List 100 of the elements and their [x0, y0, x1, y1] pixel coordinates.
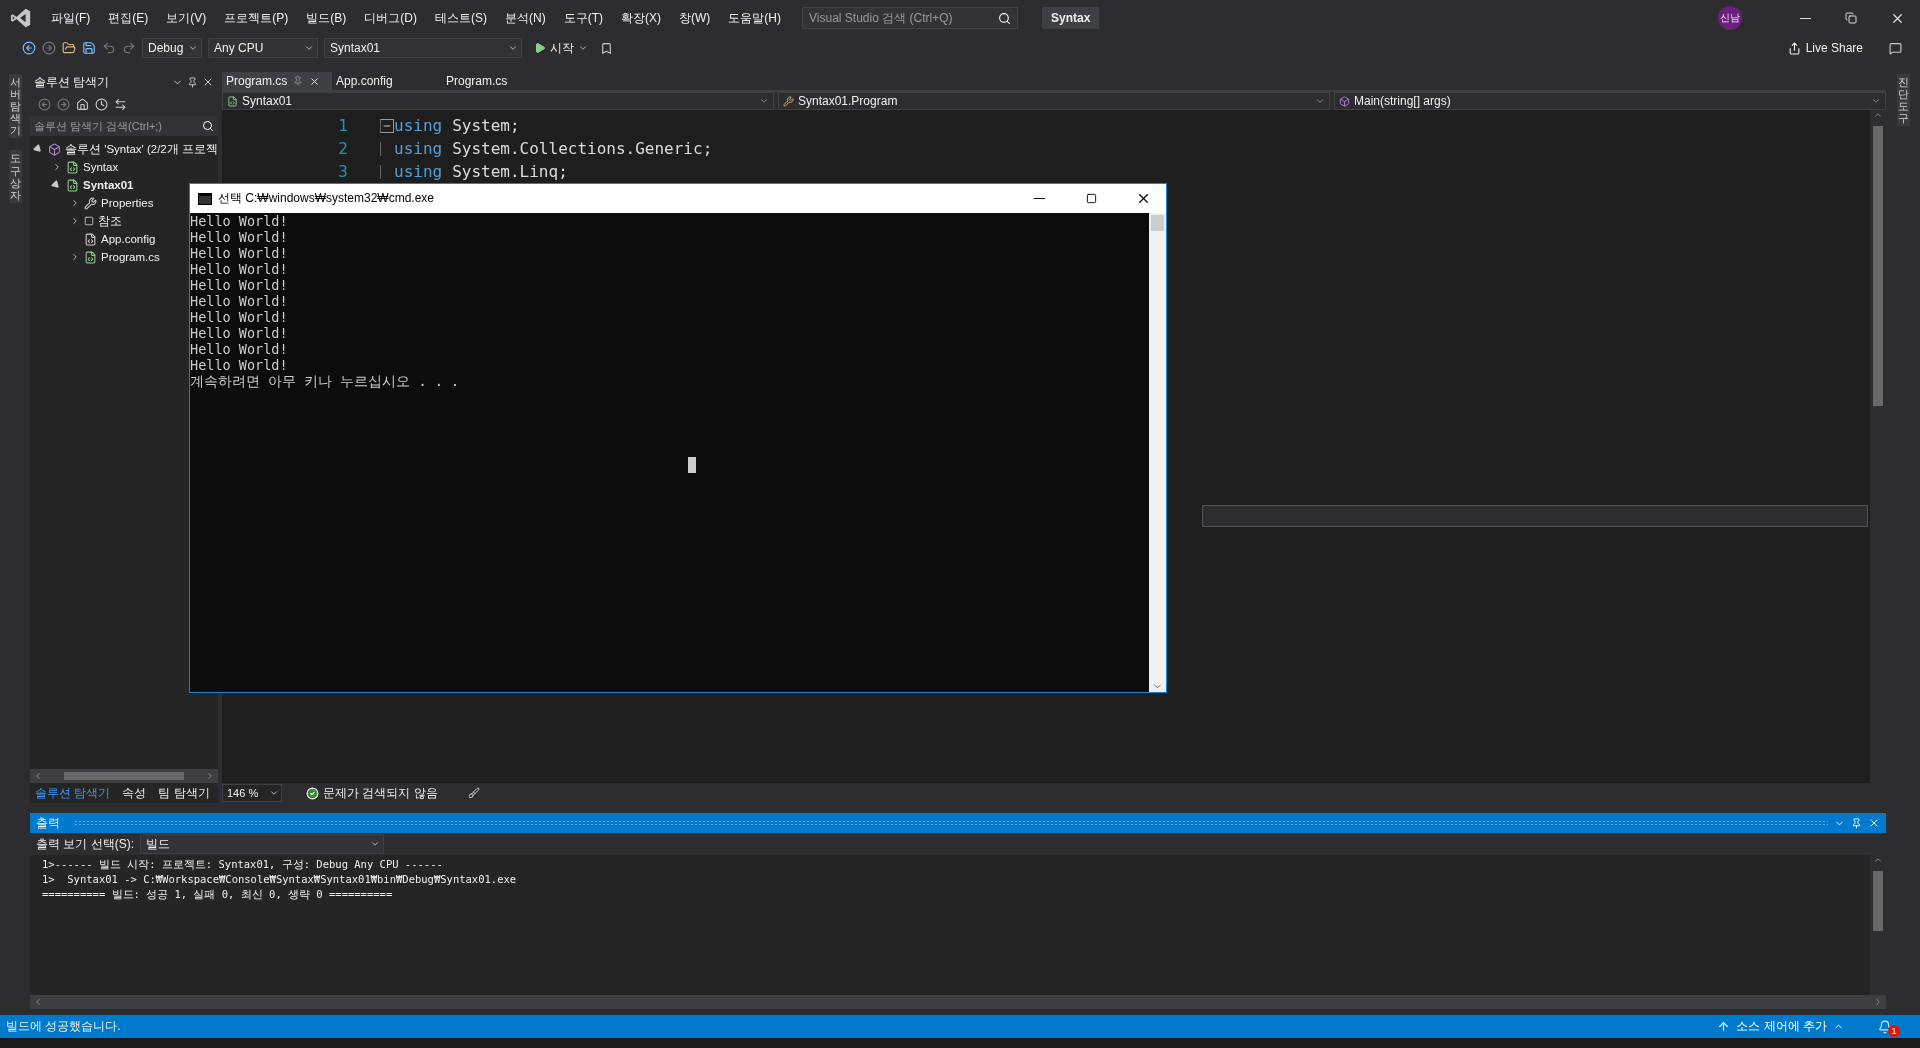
- sync-icon[interactable]: [114, 97, 127, 111]
- menu-item[interactable]: 창(W): [670, 9, 720, 27]
- menu-item[interactable]: 도움말(H): [719, 9, 790, 27]
- collapse-icon[interactable]: [380, 118, 394, 133]
- window-title: 선택 C:₩windows₩system32₩cmd.exe: [218, 190, 436, 207]
- back-icon[interactable]: [38, 97, 51, 111]
- cleanup-icon[interactable]: [467, 787, 480, 799]
- tree-item[interactable]: Syntax01: [52, 176, 134, 194]
- console-line: Hello World!: [190, 245, 288, 261]
- output-line: 1>------ 빌드 시작: 프로젝트: Syntax01, 구성: Debug Any CPU ------: [42, 857, 443, 872]
- console-line: Hello World!: [190, 357, 288, 373]
- close-icon[interactable]: [202, 76, 214, 88]
- menu-item[interactable]: 디버그(D): [355, 9, 426, 27]
- scroll-left-icon: [33, 771, 43, 781]
- zoom-dropdown[interactable]: 146 %: [222, 784, 282, 802]
- output-line: ========== 빌드: 성공 1, 실패 0, 최신 0, 생략 0 ==========: [42, 887, 393, 902]
- navigation-dropdown[interactable]: Syntax01: [222, 92, 774, 110]
- tree-item[interactable]: App.config: [70, 230, 156, 248]
- open-folder-icon[interactable]: [62, 41, 76, 55]
- menu-item[interactable]: 파일(F): [42, 9, 100, 27]
- horizontal-scrollbar[interactable]: [30, 769, 218, 783]
- output-source-dropdown[interactable]: 빌드: [140, 834, 384, 854]
- check-circle-icon: [306, 786, 319, 800]
- side-tab[interactable]: 서버 탐색기: [8, 74, 22, 139]
- code-keyword: using: [394, 116, 443, 135]
- vertical-scrollbar[interactable]: [1149, 213, 1166, 692]
- caret-icon: [1315, 96, 1325, 106]
- csharp-project-icon: [66, 178, 79, 192]
- navigation-dropdown[interactable]: Main(string[] args): [1334, 92, 1886, 110]
- menu-item[interactable]: 보기(V): [157, 9, 216, 27]
- search-field[interactable]: Visual Studio 검색 (Ctrl+Q): [802, 7, 1018, 29]
- horizontal-scrollbar[interactable]: [30, 995, 1886, 1009]
- start-button[interactable]: 시작: [528, 38, 594, 58]
- platform-dropdown[interactable]: Any CPU: [208, 38, 318, 58]
- code-text: System.Collections.Generic;: [452, 139, 713, 158]
- console-line: Hello World!: [190, 293, 288, 309]
- arrow-up-icon: [1717, 1020, 1731, 1033]
- panel-tab[interactable]: 팀 탐색기: [153, 783, 215, 803]
- forward-icon[interactable]: [42, 41, 56, 55]
- document-tab[interactable]: App.config: [332, 72, 442, 90]
- document-tab[interactable]: Program.cs: [222, 72, 332, 90]
- bookmark-icon[interactable]: [600, 41, 613, 55]
- menu-item[interactable]: 프로젝트(P): [215, 9, 298, 27]
- tree-item[interactable]: Program.cs: [70, 248, 160, 266]
- configuration-dropdown[interactable]: Debug: [142, 38, 202, 58]
- menu-item[interactable]: 확장(X): [612, 9, 670, 27]
- save-icon[interactable]: [82, 41, 96, 55]
- visual-studio-logo-icon: [10, 7, 32, 29]
- home-icon[interactable]: [76, 97, 89, 111]
- menu-item[interactable]: 테스트(S): [426, 9, 496, 27]
- tree-item[interactable]: 참조: [70, 212, 122, 230]
- back-icon[interactable]: [22, 41, 36, 55]
- play-icon: [534, 42, 546, 54]
- source-control-button[interactable]: 소스 제어에 추가: [1711, 1017, 1850, 1036]
- caret-icon: [370, 839, 380, 849]
- console-line: Hello World!: [190, 325, 288, 341]
- navigation-dropdown[interactable]: Syntax01.Program: [778, 92, 1330, 110]
- search-icon: [998, 11, 1011, 25]
- feedback-icon[interactable]: [1889, 41, 1902, 55]
- pin-icon[interactable]: [1851, 817, 1862, 829]
- user-avatar[interactable]: 신남: [1718, 6, 1742, 30]
- tree-item[interactable]: 솔루션 'Syntax' (2/2개 프로젝: [34, 140, 218, 158]
- panel-tab[interactable]: 속성: [117, 783, 152, 803]
- menu-item[interactable]: 도구(T): [554, 9, 612, 27]
- config-file-icon: [84, 232, 97, 246]
- solution-name: Syntax: [1042, 7, 1100, 29]
- status-message: 빌드에 성공했습니다.: [6, 1018, 121, 1035]
- close-icon[interactable]: [1868, 817, 1880, 829]
- expanded-arrow-icon[interactable]: [34, 145, 44, 153]
- text-cursor: [688, 457, 696, 473]
- forward-icon[interactable]: [57, 97, 70, 111]
- tree-item[interactable]: Syntax: [52, 158, 119, 176]
- scroll-up-icon: [1873, 855, 1883, 865]
- document-tab[interactable]: Program.cs: [442, 72, 552, 90]
- undo-icon[interactable]: [102, 41, 116, 55]
- menu-item[interactable]: 빌드(B): [297, 9, 356, 27]
- tree-item[interactable]: Properties: [70, 194, 154, 212]
- live-share-button[interactable]: Live Share: [1781, 40, 1869, 56]
- scroll-left-icon: [33, 997, 43, 1007]
- pin-icon: [293, 76, 304, 86]
- console-line: Hello World!: [190, 213, 288, 229]
- notification-bell-icon[interactable]: [1878, 1019, 1892, 1034]
- menu-item[interactable]: 편집(E): [99, 9, 158, 27]
- references-icon: [84, 216, 94, 226]
- menu-item[interactable]: 분석(N): [496, 9, 555, 27]
- output-line: 1> Syntax01 -> C:₩Workspace₩Console₩Syntax₩Syntax01₩bin₩Debug₩Syntax01.exe: [42, 872, 517, 887]
- code-keyword: using: [394, 162, 443, 181]
- side-tab[interactable]: 도구 상자: [8, 150, 22, 203]
- side-tab[interactable]: 진단 도구: [1896, 74, 1910, 127]
- search-field[interactable]: 솔루션 탐색기 검색(Ctrl+;): [30, 116, 218, 136]
- console-line: Hello World!: [190, 229, 288, 245]
- history-icon[interactable]: [95, 97, 108, 111]
- startup-project-dropdown[interactable]: Syntax01: [324, 38, 522, 58]
- redo-icon[interactable]: [122, 41, 136, 55]
- caret-icon: [1871, 96, 1881, 106]
- expanded-arrow-icon[interactable]: [52, 181, 62, 189]
- pin-icon[interactable]: [187, 76, 198, 88]
- scrollbar-thumb[interactable]: [1151, 215, 1164, 231]
- pane-title: 솔루션 탐색기: [34, 73, 111, 91]
- minimize-icon: [1799, 17, 1811, 19]
